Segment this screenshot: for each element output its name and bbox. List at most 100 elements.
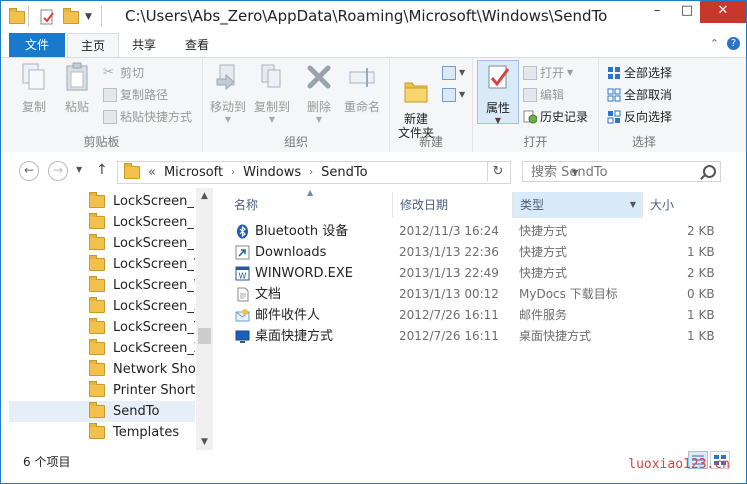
file-type: 邮件服务 <box>519 308 568 322</box>
copy-path-button[interactable]: 复制路径 <box>103 85 168 105</box>
close-button[interactable]: ✕ <box>700 1 746 23</box>
nav-item[interactable]: LockScreen_V <box>9 254 195 275</box>
folder-icon <box>89 234 105 250</box>
nav-item[interactable]: LockScreen_B <box>9 191 195 212</box>
file-row[interactable]: 邮件收件人 2012/7/26 16:11 邮件服务 1 KB <box>227 305 745 326</box>
column-header-type[interactable]: 类型 ▼ <box>513 192 643 218</box>
invert-selection-label: 反向选择 <box>624 110 673 124</box>
up-button[interactable]: ↑ <box>96 162 108 178</box>
easy-access-button[interactable]: ▼ <box>442 85 465 105</box>
nav-item[interactable]: LockScreen_X <box>9 296 195 317</box>
file-type: 快捷方式 <box>519 245 568 259</box>
nav-item[interactable]: Templates <box>9 422 195 443</box>
nav-item[interactable]: LockScreen_Z <box>9 338 195 359</box>
breadcrumb-windows[interactable]: Windows <box>243 165 301 180</box>
folder-icon <box>89 213 105 229</box>
copy-to-button[interactable]: 复制到 ▼ <box>251 62 293 124</box>
file-name: Downloads <box>255 245 327 260</box>
chevron-right-icon[interactable]: › <box>309 167 313 178</box>
scroll-up-icon[interactable]: ▲ <box>196 188 213 204</box>
folder-icon <box>89 381 105 397</box>
nav-item-label: SendTo <box>113 404 160 419</box>
folder-icon <box>89 318 105 334</box>
column-header-size[interactable]: 大小 <box>643 192 713 218</box>
refresh-button[interactable]: ↻ <box>487 162 508 181</box>
nav-item[interactable]: LockScreen_W <box>9 275 195 296</box>
search-input[interactable]: 搜索 SendTo <box>522 161 721 182</box>
paste-button[interactable]: 粘贴 <box>57 62 97 115</box>
history-label: 历史记录 <box>540 110 589 124</box>
file-row[interactable]: W WINWORD.EXE 2013/1/13 22:49 快捷方式 2 KB <box>227 263 745 284</box>
edit-button[interactable]: 编辑 <box>523 85 564 105</box>
watermark: luoxiao123.cn <box>628 457 730 472</box>
scrollbar-thumb[interactable] <box>198 328 211 344</box>
chevron-down-icon: ▼ <box>494 116 502 125</box>
tab-share[interactable]: 共享 <box>119 33 169 57</box>
breadcrumb-overflow[interactable]: « <box>148 165 156 180</box>
nav-item[interactable]: LockScreen_Y <box>9 317 195 338</box>
file-row[interactable]: Downloads 2013/1/13 22:36 快捷方式 1 KB <box>227 242 745 263</box>
folder-icon <box>124 163 140 179</box>
file-modified: 2012/11/3 16:24 <box>399 224 499 238</box>
file-name: 文档 <box>255 287 282 302</box>
chevron-down-icon: ▼ <box>85 12 92 22</box>
select-all-button[interactable]: 全部选择 <box>607 63 672 83</box>
address-bar[interactable]: « Microsoft › Windows › SendTo ▼ <box>117 161 578 184</box>
file-size: 1 KB <box>687 329 715 343</box>
chevron-right-icon[interactable]: › <box>231 167 235 178</box>
history-button[interactable]: 历史记录 <box>523 107 588 127</box>
tab-file[interactable]: 文件 <box>9 33 65 57</box>
breadcrumb-microsoft[interactable]: Microsoft <box>164 165 223 180</box>
properties-icon <box>40 9 54 25</box>
scroll-down-icon[interactable]: ▼ <box>196 434 213 450</box>
file-row[interactable]: 桌面快捷方式 2012/7/26 16:11 桌面快捷方式 1 KB <box>227 326 745 347</box>
nav-item[interactable]: Printer Shortcu <box>9 380 195 401</box>
column-header-name[interactable]: 名称 <box>227 192 393 218</box>
nav-item-selected[interactable]: SendTo <box>9 401 195 422</box>
select-none-button[interactable]: 全部取消 <box>607 85 672 105</box>
invert-selection-button[interactable]: 反向选择 <box>607 107 672 127</box>
nav-item[interactable]: Network Shortc <box>9 359 195 380</box>
scissors-icon: ✂ <box>103 65 114 80</box>
window-title: C:\Users\Abs_Zero\AppData\Roaming\Micros… <box>125 7 608 25</box>
forward-button[interactable]: → <box>48 161 68 181</box>
copy-button[interactable]: 复制 <box>15 62 53 115</box>
nav-pane-scrollbar[interactable]: ▲ ▼ <box>196 188 213 450</box>
column-header-modified[interactable]: 修改日期 <box>393 192 513 218</box>
tab-view[interactable]: 查看 <box>171 33 223 57</box>
back-button[interactable]: ← <box>19 161 39 181</box>
new-item-button[interactable]: ▼ <box>442 63 465 83</box>
nav-item-label: Templates <box>113 425 180 440</box>
new-folder-quick-button[interactable] <box>63 7 79 26</box>
delete-button[interactable]: 删除 ▼ <box>301 62 337 124</box>
folder-icon <box>9 7 25 24</box>
collapse-ribbon-button[interactable]: ⌃ <box>710 37 719 50</box>
tab-home[interactable]: 主页 <box>67 33 119 58</box>
cut-button[interactable]: ✂ 剪切 <box>103 63 144 83</box>
properties-button[interactable]: 属性 ▼ <box>477 60 519 125</box>
open-button[interactable]: 打开 ▼ <box>523 63 573 83</box>
minimize-button[interactable]: – <box>642 1 672 23</box>
edit-icon <box>523 88 537 102</box>
properties-quick-button[interactable] <box>39 8 55 26</box>
help-icon[interactable]: ? <box>727 37 740 50</box>
file-row[interactable]: Bluetooth 设备 2012/11/3 16:24 快捷方式 2 KB <box>227 221 745 242</box>
move-to-button[interactable]: 移动到 ▼ <box>207 62 249 124</box>
column-header-type-label: 类型 <box>520 198 545 212</box>
chevron-down-icon[interactable]: ▼ <box>630 192 636 218</box>
paste-shortcut-button[interactable]: 粘贴快捷方式 <box>103 107 192 127</box>
file-row[interactable]: 文档 2013/1/13 00:12 MyDocs 下载目标 0 KB <box>227 284 745 305</box>
ribbon-controls: ⌃ ? <box>710 37 740 50</box>
title-bar: ▼ C:\Users\Abs_Zero\AppData\Roaming\Micr… <box>1 1 746 33</box>
customize-quick-access-dropdown[interactable]: ▼ <box>85 8 92 26</box>
maximize-button[interactable]: □ <box>672 1 702 23</box>
recent-locations-dropdown[interactable]: ▼ <box>76 165 82 174</box>
status-bar: 6 个项目 luoxiao123.cn <box>1 450 746 483</box>
nav-item-label: LockScreen_E <box>113 215 195 230</box>
breadcrumb-sendto[interactable]: SendTo <box>321 165 367 180</box>
nav-item[interactable]: LockScreen_U <box>9 233 195 254</box>
paste-icon <box>66 62 88 91</box>
rename-button[interactable]: 重命名 <box>339 62 385 115</box>
nav-item[interactable]: LockScreen_E <box>9 212 195 233</box>
easy-access-icon <box>442 88 456 102</box>
